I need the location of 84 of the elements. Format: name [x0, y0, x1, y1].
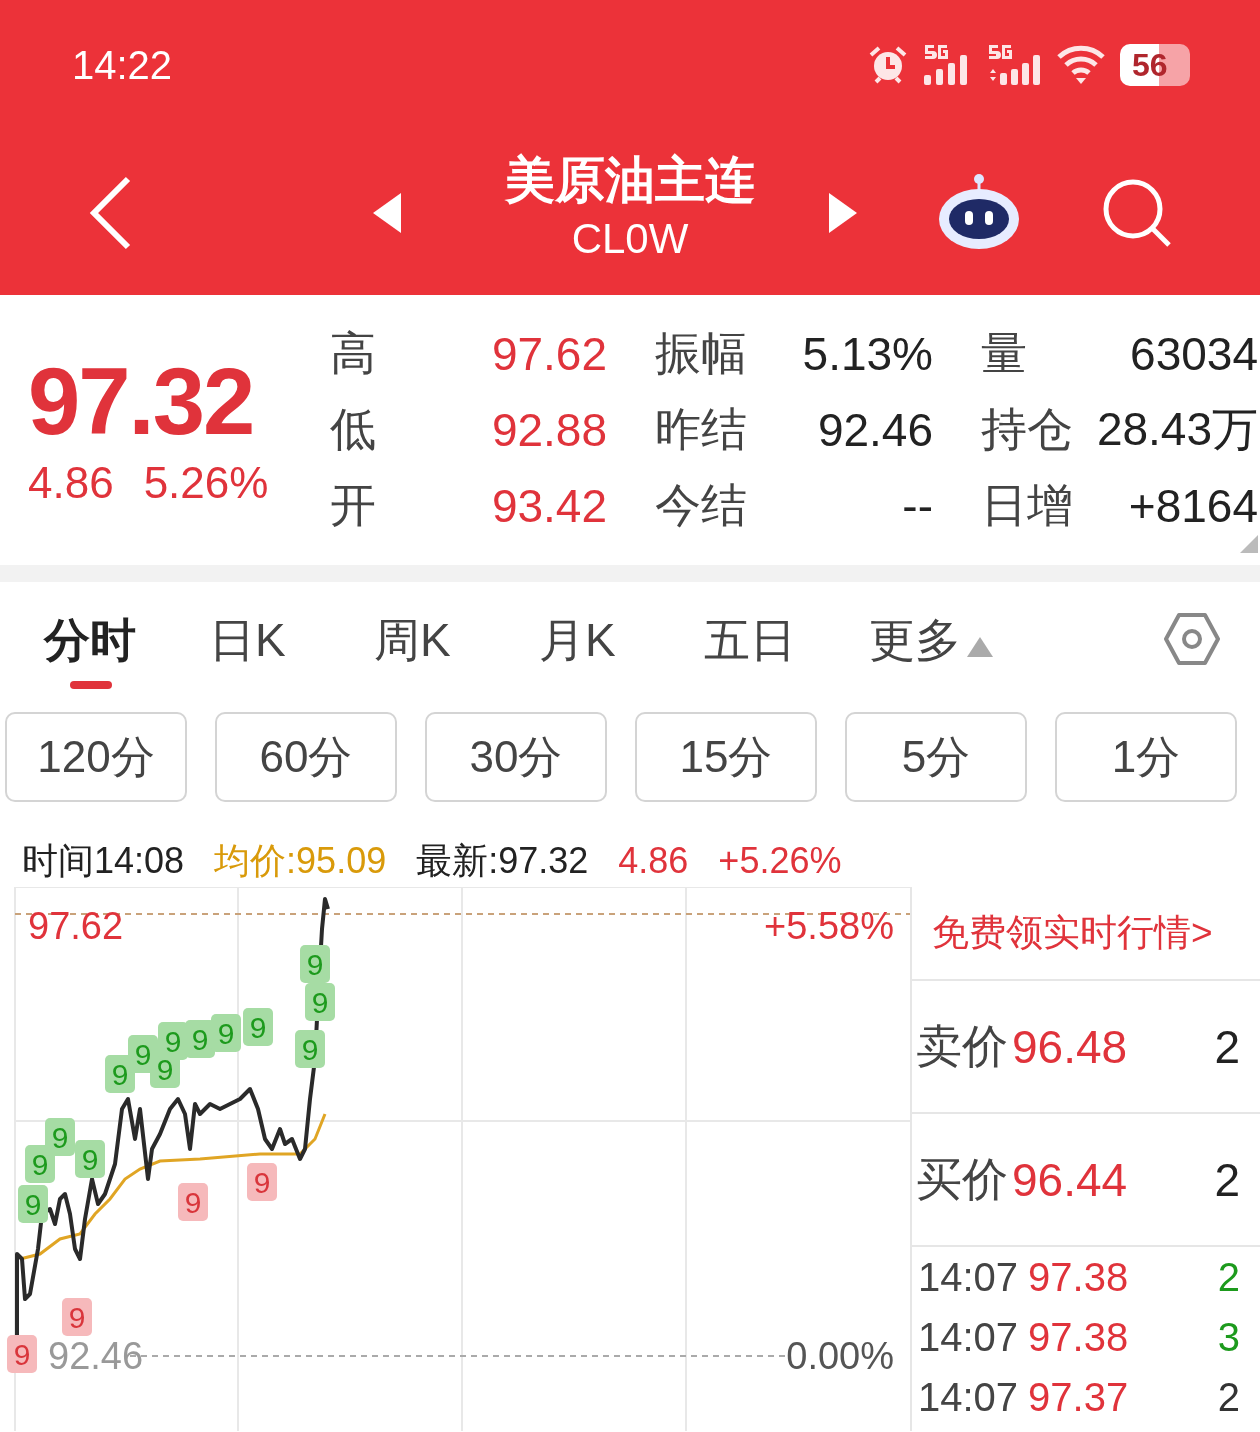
latest-price: 最新:97.32	[416, 838, 589, 883]
chart-tab[interactable]: 月K	[539, 591, 704, 691]
trade-volume: 2	[1217, 1374, 1240, 1420]
stat-label: 昨结	[654, 402, 748, 457]
signal-marker: 9	[25, 1145, 55, 1183]
quote-volume: 2	[1214, 1152, 1240, 1207]
cellular-signal-icon	[986, 43, 1042, 87]
quote-price: 96.48	[1012, 1019, 1128, 1074]
signal-marker: 9	[178, 1183, 208, 1221]
chart-tab[interactable]: 五日	[704, 591, 869, 691]
stat-value: +8164	[1127, 479, 1258, 533]
signal-marker: 9	[295, 1030, 325, 1068]
chart-tab[interactable]: 日K	[209, 591, 374, 691]
period-button[interactable]: 5分	[845, 712, 1027, 802]
realtime-quote-link[interactable]: 免费领实时行情>	[912, 887, 1260, 981]
stat-label: 日增	[980, 478, 1074, 533]
period-button[interactable]: 30分	[425, 712, 607, 802]
signal-marker: 9	[243, 1008, 273, 1046]
signal-marker: 9	[45, 1118, 75, 1156]
stat-label: 持仓	[980, 402, 1074, 457]
battery-level: 56	[1120, 44, 1190, 86]
instrument-name: 美原油主连	[505, 150, 755, 210]
next-icon[interactable]	[829, 192, 857, 233]
back-icon[interactable]	[88, 174, 132, 251]
stat-label: 量	[980, 326, 1028, 381]
base-price-label: 92.46	[48, 1335, 144, 1377]
signal-marker: 9	[18, 1185, 48, 1223]
settings-icon[interactable]	[1164, 611, 1220, 667]
previous-icon[interactable]	[373, 192, 401, 233]
period-button[interactable]: 1分	[1055, 712, 1237, 802]
stat-value: 5.13%	[801, 327, 933, 381]
average-price: 均价:95.09	[214, 838, 387, 883]
period-button[interactable]: 60分	[215, 712, 397, 802]
last-price: 97.32	[28, 352, 255, 452]
stat-value: 97.62	[490, 327, 607, 381]
trade-volume: 2	[1217, 1254, 1240, 1300]
quote-label: 卖价	[916, 1018, 1008, 1074]
quote-label: 买价	[916, 1151, 1008, 1207]
signal-marker: 9	[75, 1140, 105, 1178]
chart-tab[interactable]: 周K	[374, 591, 539, 691]
signal-marker: 9	[211, 1014, 241, 1052]
stat-label: 高	[330, 326, 377, 381]
period-button[interactable]: 120分	[5, 712, 187, 802]
base-percent-label: 0.00%	[786, 1335, 894, 1377]
chart-tab[interactable]: 更多	[869, 591, 1034, 691]
quote-volume: 2	[1214, 1019, 1240, 1074]
quote-price: 96.44	[1012, 1152, 1128, 1207]
wifi-icon	[1056, 45, 1106, 85]
chart-time: 时间14:08	[22, 838, 185, 883]
signal-marker: 9	[300, 945, 330, 983]
trade-price: 97.38	[1028, 1254, 1129, 1300]
percent-change: +5.26%	[718, 840, 842, 882]
stat-value: 93.42	[490, 479, 607, 533]
trade-price: 97.38	[1028, 1314, 1129, 1360]
stat-value: --	[901, 479, 933, 533]
signal-marker: 9	[7, 1335, 37, 1373]
trade-time: 14:07	[918, 1314, 1019, 1360]
alarm-icon	[868, 45, 908, 85]
stat-value: 28.43万	[1095, 402, 1258, 457]
price-change: 4.86	[28, 458, 114, 508]
stat-value: 92.46	[816, 403, 933, 457]
stat-label: 振幅	[654, 326, 748, 381]
clock-time: 14:22	[72, 42, 173, 88]
stat-value: 63034	[1129, 327, 1258, 381]
percent-change: 5.26%	[143, 458, 269, 508]
stat-label: 今结	[654, 478, 748, 533]
signal-marker: 9	[247, 1163, 277, 1201]
trade-volume: 3	[1217, 1314, 1240, 1360]
trade-time: 14:07	[918, 1374, 1019, 1420]
price-change: 4.86	[618, 840, 689, 882]
signal-marker: 9	[62, 1298, 92, 1336]
period-button[interactable]: 15分	[635, 712, 817, 802]
trade-time: 14:07	[918, 1254, 1019, 1300]
high-price-label: 97.62	[28, 905, 124, 947]
chart-tab[interactable]: 分时	[44, 591, 209, 691]
stat-value: 92.88	[490, 403, 607, 457]
stat-label: 低	[330, 402, 377, 457]
trade-price: 97.37	[1028, 1374, 1129, 1420]
signal-marker: 9	[105, 1055, 135, 1093]
signal-marker: 9	[158, 1022, 188, 1060]
high-percent-label: +5.58%	[764, 905, 894, 947]
stat-label: 开	[330, 478, 377, 533]
signal-marker: 9	[305, 983, 335, 1021]
instrument-code: CL0W	[571, 213, 689, 264]
